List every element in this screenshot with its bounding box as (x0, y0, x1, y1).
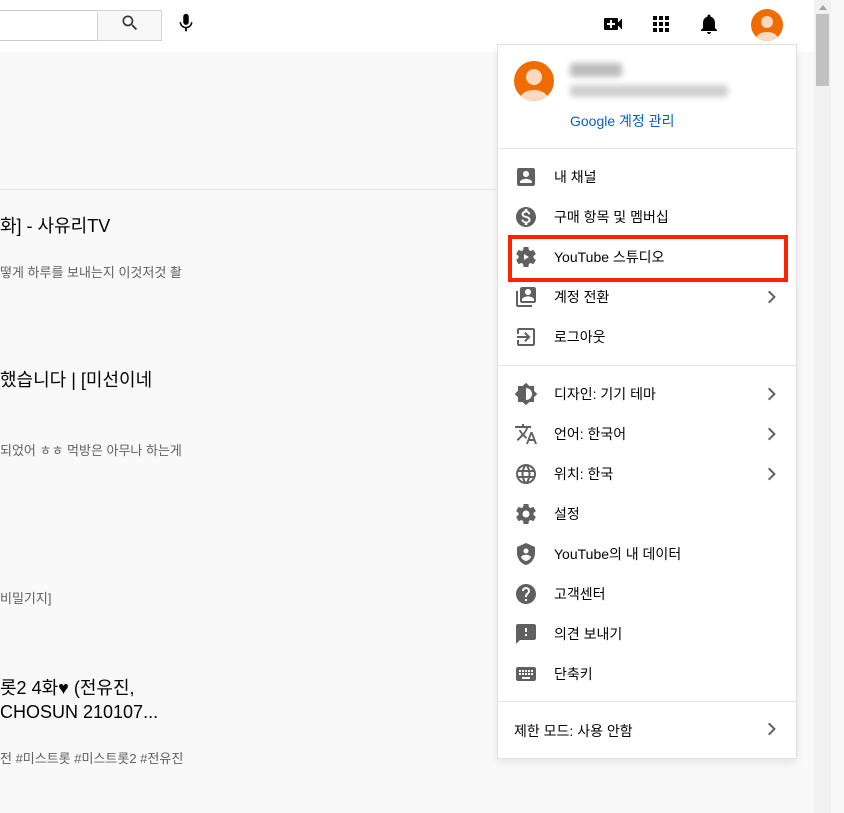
menu-item-help[interactable]: 고객센터 (498, 574, 796, 614)
search-button[interactable] (97, 10, 162, 41)
account-menu: Google 계정 관리 내 채널 구매 항목 및 멤버십 YouTube 스튜… (497, 44, 797, 759)
video-description: 되었어 ㅎㅎ 먹방은 아무나 하는게 (0, 443, 182, 458)
switch-account-icon (514, 285, 538, 309)
menu-item-label: 내 채널 (554, 169, 597, 185)
scroll-up-arrow[interactable] (814, 0, 831, 14)
video-title-continued[interactable]: CHOSUN 210107... (0, 700, 158, 724)
menu-item-purchases[interactable]: 구매 항목 및 멤버십 (498, 197, 796, 237)
avatar (514, 61, 554, 101)
bell-icon (697, 12, 721, 41)
create-button[interactable] (598, 11, 628, 41)
chevron-right-icon (760, 462, 784, 486)
menu-item-sign-out[interactable]: 로그아웃 (498, 317, 796, 357)
chevron-right-icon (760, 285, 784, 309)
menu-item-keyboard-shortcuts[interactable]: 단축키 (498, 654, 796, 694)
menu-item-label: 위치: 한국 (554, 466, 614, 482)
gear-play-icon (514, 245, 538, 269)
dollar-icon (514, 205, 538, 229)
account-name-redacted (570, 63, 622, 77)
menu-item-youtube-studio[interactable]: YouTube 스튜디오 (498, 237, 796, 277)
microphone-icon (175, 12, 197, 39)
menu-item-label: 제한 모드: 사용 안함 (514, 723, 633, 739)
globe-icon (514, 462, 538, 486)
menu-item-label: YouTube의 내 데이터 (554, 546, 682, 562)
voice-search-button[interactable] (172, 10, 200, 41)
video-camera-add-icon (601, 12, 625, 41)
menu-item-label: 단축키 (554, 666, 593, 682)
brightness-icon (514, 382, 538, 406)
shield-person-icon (514, 542, 538, 566)
sign-out-icon (514, 325, 538, 349)
apps-grid-icon (649, 12, 673, 41)
notifications-button[interactable] (694, 11, 724, 41)
video-description: 전 #미스트롯 #미스트롯2 #전유진 (0, 751, 184, 766)
manage-google-account-link[interactable]: Google 계정 관리 (570, 111, 674, 131)
video-description: 비밀기지] (0, 591, 52, 606)
menu-item-label: 고객센터 (554, 586, 606, 602)
menu-item-language[interactable]: 언어: 한국어 (498, 414, 796, 454)
menu-item-restricted-mode[interactable]: 제한 모드: 사용 안함 (498, 709, 796, 749)
apps-button[interactable] (646, 11, 676, 41)
page-scrollbar[interactable] (814, 0, 831, 813)
menu-item-appearance[interactable]: 디자인: 기기 테마 (498, 374, 796, 414)
video-title[interactable]: 했습니다 | [미선이네 (0, 368, 152, 392)
menu-item-location[interactable]: 위치: 한국 (498, 454, 796, 494)
menu-divider (498, 148, 796, 149)
menu-item-my-channel[interactable]: 내 채널 (498, 157, 796, 197)
menu-item-label: YouTube 스튜디오 (554, 249, 665, 265)
menu-item-label: 로그아웃 (554, 329, 606, 345)
menu-item-label: 디자인: 기기 테마 (554, 386, 656, 402)
search-icon (120, 13, 140, 38)
chevron-right-icon (760, 382, 784, 406)
keyboard-icon (514, 662, 538, 686)
account-email-redacted (570, 85, 728, 97)
person-icon (514, 165, 538, 189)
scrollbar-thumb[interactable] (816, 14, 829, 86)
menu-item-label: 구매 항목 및 멤버십 (554, 209, 669, 225)
menu-item-label: 언어: 한국어 (554, 426, 627, 442)
avatar[interactable] (751, 9, 783, 41)
menu-item-label: 의견 보내기 (554, 626, 623, 642)
feedback-icon (514, 622, 538, 646)
menu-item-your-data[interactable]: YouTube의 내 데이터 (498, 534, 796, 574)
menu-item-send-feedback[interactable]: 의견 보내기 (498, 614, 796, 654)
video-title[interactable]: 롯2 4화♥ (전유진, (0, 676, 135, 700)
video-description: 떻게 하루를 보내는지 이것저것 촬 (0, 265, 182, 280)
menu-item-label: 계정 전환 (554, 289, 610, 305)
menu-divider (498, 701, 796, 702)
menu-item-label: 설정 (554, 506, 580, 522)
menu-item-settings[interactable]: 설정 (498, 494, 796, 534)
menu-item-switch-account[interactable]: 계정 전환 (498, 277, 796, 317)
video-title[interactable]: 화] - 사유리TV (0, 214, 110, 238)
chevron-right-icon (760, 422, 784, 446)
translate-icon (514, 422, 538, 446)
content-divider (0, 189, 497, 190)
search-input[interactable] (0, 10, 98, 41)
help-icon (514, 582, 538, 606)
gear-icon (514, 502, 538, 526)
menu-divider (498, 365, 796, 366)
chevron-right-icon (760, 717, 784, 741)
